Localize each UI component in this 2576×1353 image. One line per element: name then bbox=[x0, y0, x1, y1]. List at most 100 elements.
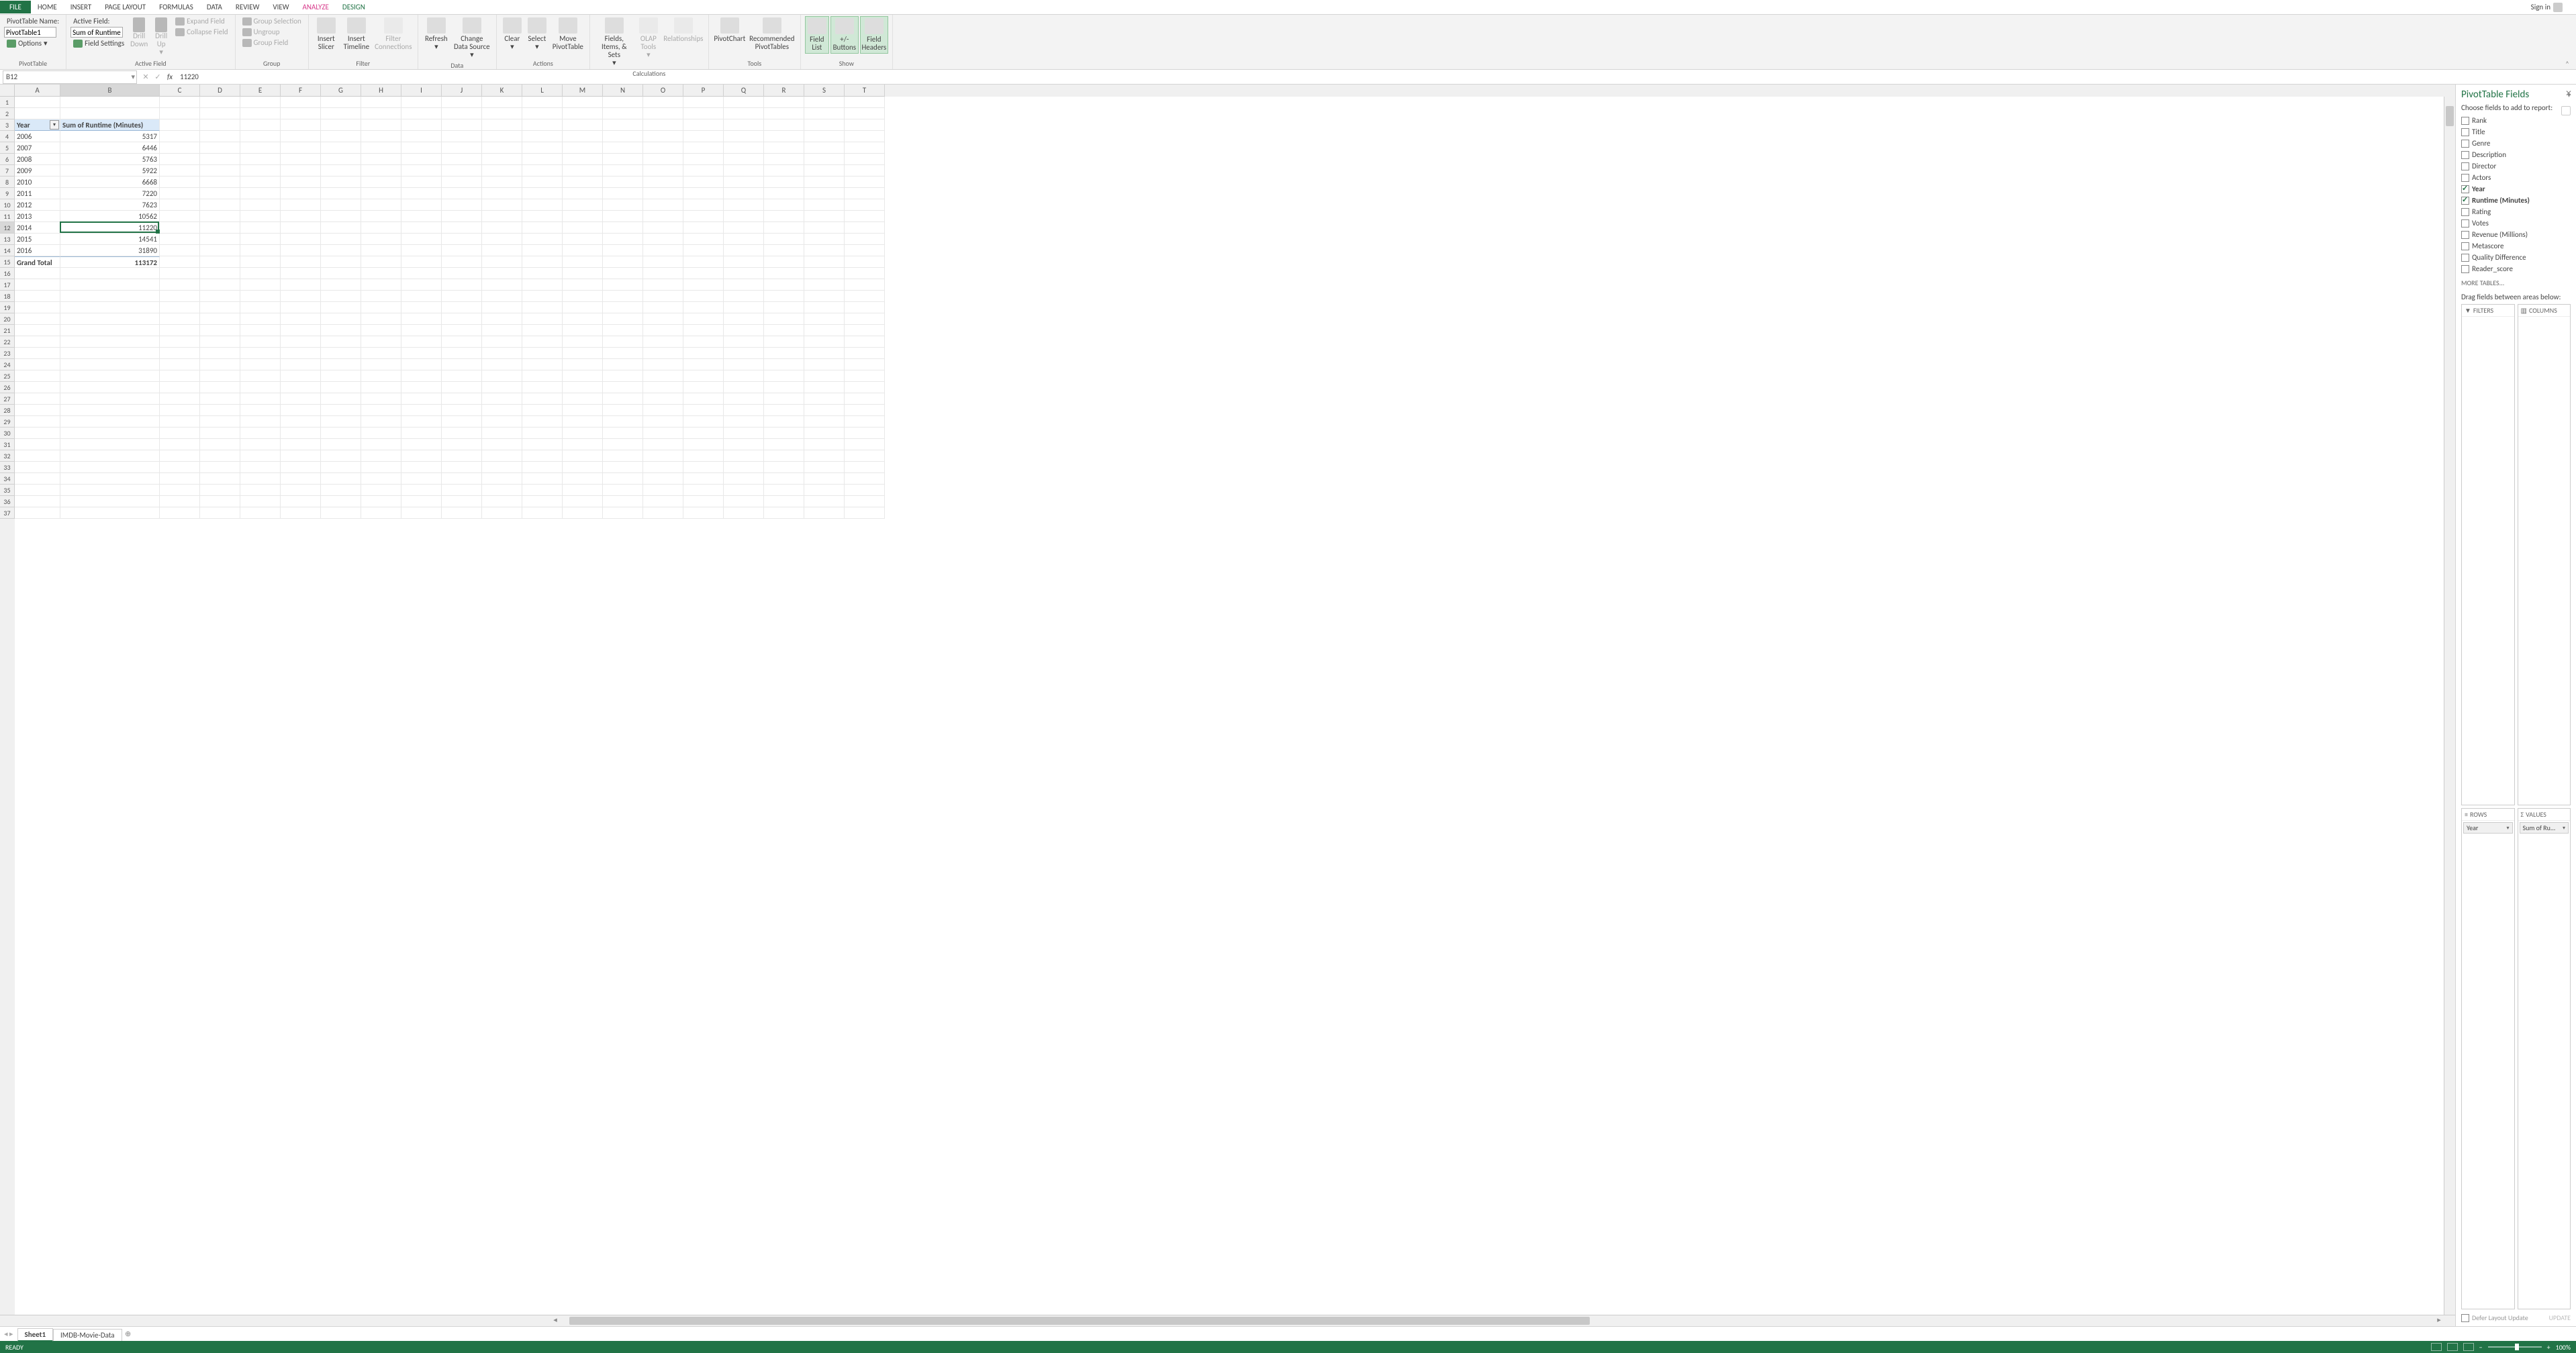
field-item-reader-score[interactable]: Reader_score bbox=[2461, 263, 2571, 274]
cell-D7[interactable] bbox=[200, 165, 240, 177]
row-header-29[interactable]: 29 bbox=[0, 416, 15, 428]
cell-S10[interactable] bbox=[804, 199, 845, 211]
cell-O1[interactable] bbox=[643, 97, 683, 108]
cell-G35[interactable] bbox=[321, 485, 361, 496]
cell-S13[interactable] bbox=[804, 234, 845, 245]
cell-B24[interactable] bbox=[60, 359, 160, 370]
cell-I26[interactable] bbox=[401, 382, 442, 393]
cell-D18[interactable] bbox=[200, 291, 240, 302]
cell-L24[interactable] bbox=[522, 359, 563, 370]
cell-E20[interactable] bbox=[240, 313, 281, 325]
cell-H23[interactable] bbox=[361, 348, 401, 359]
cell-Q21[interactable] bbox=[724, 325, 764, 336]
cell-L27[interactable] bbox=[522, 393, 563, 405]
cell-C11[interactable] bbox=[160, 211, 200, 222]
cell-F19[interactable] bbox=[281, 302, 321, 313]
cell-K36[interactable] bbox=[482, 496, 522, 507]
cell-M4[interactable] bbox=[563, 131, 603, 142]
cell-E36[interactable] bbox=[240, 496, 281, 507]
cell-N37[interactable] bbox=[603, 507, 643, 519]
cell-T30[interactable] bbox=[845, 428, 885, 439]
cell-D35[interactable] bbox=[200, 485, 240, 496]
cell-F31[interactable] bbox=[281, 439, 321, 450]
row-header-6[interactable]: 6 bbox=[0, 154, 15, 165]
cell-P15[interactable] bbox=[683, 256, 724, 268]
cell-D22[interactable] bbox=[200, 336, 240, 348]
cell-T19[interactable] bbox=[845, 302, 885, 313]
cell-H1[interactable] bbox=[361, 97, 401, 108]
cell-N15[interactable] bbox=[603, 256, 643, 268]
cell-T27[interactable] bbox=[845, 393, 885, 405]
cell-H25[interactable] bbox=[361, 370, 401, 382]
cell-L16[interactable] bbox=[522, 268, 563, 279]
cell-L15[interactable] bbox=[522, 256, 563, 268]
cell-T3[interactable] bbox=[845, 119, 885, 131]
cell-L23[interactable] bbox=[522, 348, 563, 359]
cell-G25[interactable] bbox=[321, 370, 361, 382]
pivot-year-2014[interactable]: 2014 bbox=[15, 222, 60, 234]
pivot-value-2014[interactable]: 11220 bbox=[60, 222, 160, 234]
cell-R7[interactable] bbox=[764, 165, 804, 177]
cell-J18[interactable] bbox=[442, 291, 482, 302]
cell-L25[interactable] bbox=[522, 370, 563, 382]
cell-M26[interactable] bbox=[563, 382, 603, 393]
cell-O28[interactable] bbox=[643, 405, 683, 416]
cell-M27[interactable] bbox=[563, 393, 603, 405]
cell-M37[interactable] bbox=[563, 507, 603, 519]
field-checkbox[interactable] bbox=[2461, 117, 2469, 125]
cell-K28[interactable] bbox=[482, 405, 522, 416]
sheet-tab-sheet1[interactable]: Sheet1 bbox=[17, 1328, 54, 1342]
cell-M12[interactable] bbox=[563, 222, 603, 234]
field-checkbox[interactable] bbox=[2461, 242, 2469, 250]
column-header-G[interactable]: G bbox=[321, 85, 361, 97]
cell-G1[interactable] bbox=[321, 97, 361, 108]
cell-E9[interactable] bbox=[240, 188, 281, 199]
cell-P1[interactable] bbox=[683, 97, 724, 108]
cell-K3[interactable] bbox=[482, 119, 522, 131]
cell-K33[interactable] bbox=[482, 462, 522, 473]
cell-G9[interactable] bbox=[321, 188, 361, 199]
field-item-rating[interactable]: Rating bbox=[2461, 206, 2571, 217]
cell-B22[interactable] bbox=[60, 336, 160, 348]
cell-T17[interactable] bbox=[845, 279, 885, 291]
cell-G27[interactable] bbox=[321, 393, 361, 405]
column-header-S[interactable]: S bbox=[804, 85, 845, 97]
cell-K14[interactable] bbox=[482, 245, 522, 256]
cell-P16[interactable] bbox=[683, 268, 724, 279]
horizontal-scrollbar[interactable] bbox=[569, 1315, 2425, 1326]
cell-M19[interactable] bbox=[563, 302, 603, 313]
cell-S32[interactable] bbox=[804, 450, 845, 462]
cell-P7[interactable] bbox=[683, 165, 724, 177]
cell-S16[interactable] bbox=[804, 268, 845, 279]
tab-view[interactable]: VIEW bbox=[266, 1, 295, 13]
cell-A19[interactable] bbox=[15, 302, 60, 313]
cell-K7[interactable] bbox=[482, 165, 522, 177]
cell-P17[interactable] bbox=[683, 279, 724, 291]
cell-I22[interactable] bbox=[401, 336, 442, 348]
cell-M9[interactable] bbox=[563, 188, 603, 199]
cell-J4[interactable] bbox=[442, 131, 482, 142]
cell-T24[interactable] bbox=[845, 359, 885, 370]
cell-M25[interactable] bbox=[563, 370, 603, 382]
cell-E27[interactable] bbox=[240, 393, 281, 405]
cell-R3[interactable] bbox=[764, 119, 804, 131]
cell-F11[interactable] bbox=[281, 211, 321, 222]
cell-G8[interactable] bbox=[321, 177, 361, 188]
cell-G28[interactable] bbox=[321, 405, 361, 416]
cell-O14[interactable] bbox=[643, 245, 683, 256]
change-data-source-button[interactable]: Change Data Source ▾ bbox=[452, 16, 492, 60]
cell-J7[interactable] bbox=[442, 165, 482, 177]
cell-R10[interactable] bbox=[764, 199, 804, 211]
cell-F25[interactable] bbox=[281, 370, 321, 382]
cell-N22[interactable] bbox=[603, 336, 643, 348]
cell-R15[interactable] bbox=[764, 256, 804, 268]
cell-N35[interactable] bbox=[603, 485, 643, 496]
cell-O31[interactable] bbox=[643, 439, 683, 450]
cell-E14[interactable] bbox=[240, 245, 281, 256]
cell-S29[interactable] bbox=[804, 416, 845, 428]
cell-H3[interactable] bbox=[361, 119, 401, 131]
cell-O32[interactable] bbox=[643, 450, 683, 462]
cell-L28[interactable] bbox=[522, 405, 563, 416]
cell-P6[interactable] bbox=[683, 154, 724, 165]
tab-home[interactable]: HOME bbox=[31, 1, 64, 13]
